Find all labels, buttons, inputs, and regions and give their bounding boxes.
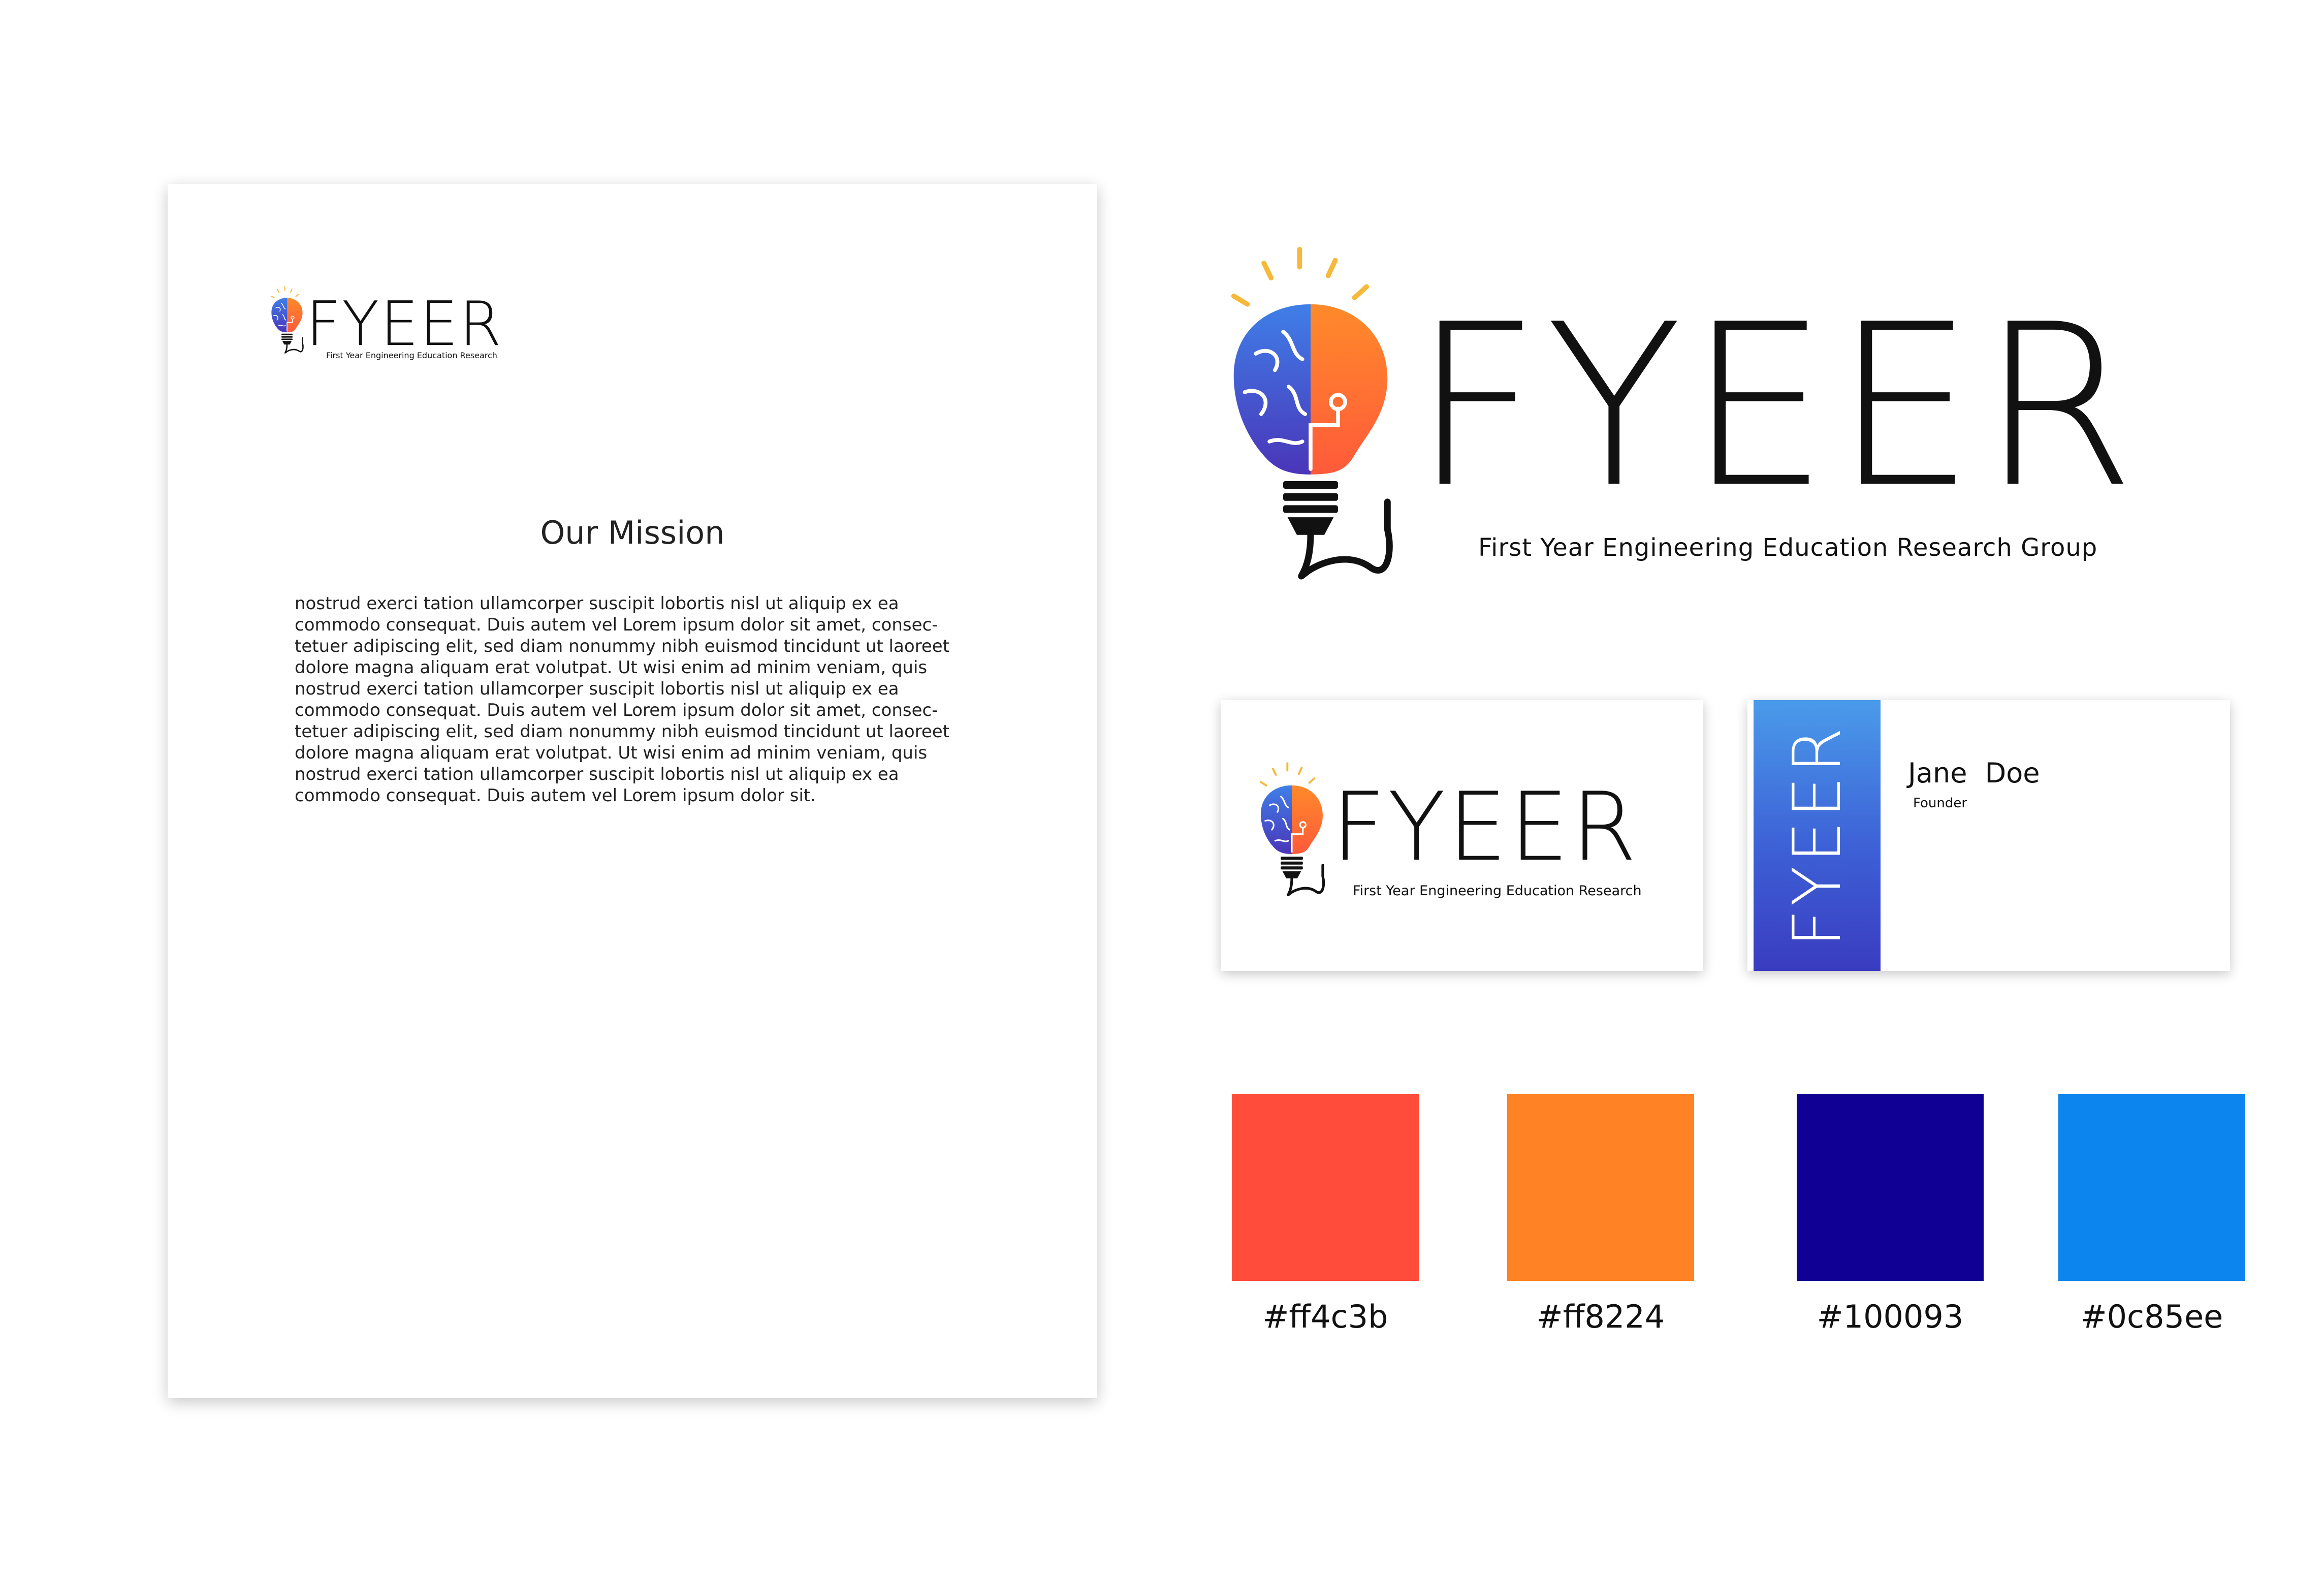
brain-bulb-icon (269, 286, 305, 355)
color-hex-label: #ff8224 (1536, 1298, 1665, 1335)
strip-logo-word: FYEER (1778, 724, 1856, 947)
color-swatch (1797, 1094, 1984, 1281)
color-hex-label: #100093 (1817, 1298, 1964, 1335)
logo-word: FYEER (1331, 772, 1639, 882)
mission-line: dolore magna aliquam erat volutpat. Ut w… (295, 657, 928, 678)
logo-tagline: First Year Engineering Education Researc… (326, 351, 497, 360)
card-brand-strip: FYEER (1754, 700, 1881, 971)
mission-title: Our Mission (540, 514, 725, 551)
card-name: Jane Doe (1908, 757, 2040, 789)
card-logo: FYEER First Year Engineering Education R… (1256, 761, 1673, 924)
mission-body: nostrud exerci tation ullamcorper suscip… (295, 593, 980, 806)
card-role: Founder (1913, 796, 1967, 811)
mission-line: tetuer adipiscing elit, sed diam nonummy… (295, 721, 950, 742)
color-swatch (1507, 1094, 1694, 1281)
mission-line: dolore magna aliquam erat volutpat. Ut w… (295, 743, 928, 763)
logo-tagline: First Year Engineering Education Researc… (1478, 533, 2098, 562)
logo-word: FYEER (306, 289, 503, 360)
mission-line: commodo consequat. Duis autem vel Lorem … (295, 700, 938, 720)
logo-word: FYEER (1412, 276, 2141, 537)
mission-line: nostrud exerci tation ullamcorper suscip… (295, 593, 899, 614)
mission-line: nostrud exerci tation ullamcorper suscip… (295, 679, 899, 699)
brain-bulb-icon (1219, 244, 1402, 584)
brain-bulb-icon (1256, 761, 1327, 898)
letterhead-logo: FYEER First Year Engineering Education R… (269, 286, 533, 372)
mission-line: commodo consequat. Duis autem vel Lorem … (295, 785, 816, 806)
mission-line: tetuer adipiscing elit, sed diam nonummy… (295, 636, 950, 656)
mission-line: commodo consequat. Duis autem vel Lorem … (295, 615, 938, 635)
color-hex-label: #0c85ee (2080, 1298, 2223, 1335)
color-swatch (1232, 1094, 1419, 1281)
color-hex-label: #ff4c3b (1262, 1298, 1388, 1335)
main-logo: FYEER First Year Engineering Education R… (1219, 244, 2174, 600)
mission-line: nostrud exerci tation ullamcorper suscip… (295, 764, 899, 784)
business-card-front: FYEER First Year Engineering Education R… (1221, 700, 1703, 971)
letterhead-page: FYEER First Year Engineering Education R… (168, 184, 1097, 1398)
logo-tagline: First Year Engineering Education Researc… (1353, 883, 1642, 899)
business-card-back: FYEER Jane Doe Founder (1747, 700, 2230, 971)
color-swatch (2058, 1094, 2245, 1281)
